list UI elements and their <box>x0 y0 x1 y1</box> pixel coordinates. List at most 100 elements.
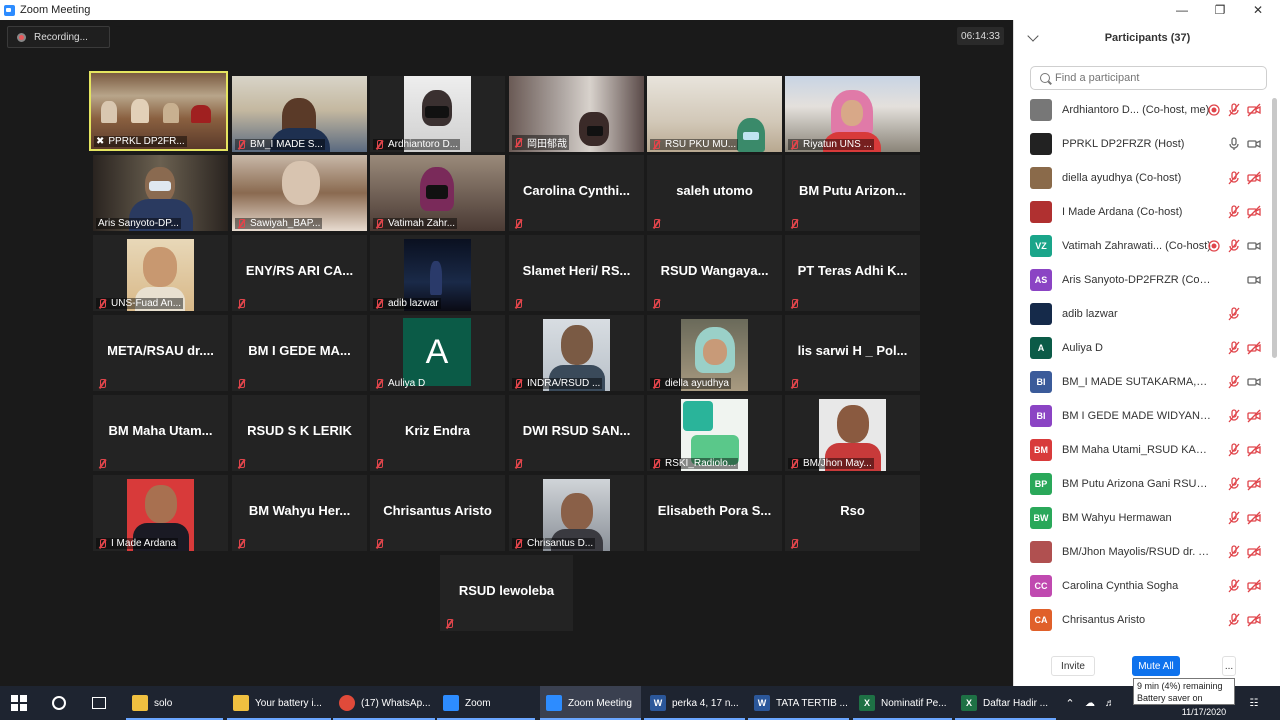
taskbar-item[interactable]: X Daftar Hadir ... <box>955 686 1056 720</box>
video-camera-icon[interactable] <box>1247 137 1261 151</box>
search-button[interactable] <box>40 686 78 720</box>
mute-all-button[interactable]: Mute All <box>1132 656 1180 676</box>
video-camera-icon[interactable] <box>1247 443 1261 457</box>
taskbar-item[interactable]: X Nominatif Pe... <box>853 686 952 720</box>
video-tile[interactable]: Rso <box>785 475 920 551</box>
network-icon[interactable]: ☁ <box>1080 686 1100 720</box>
volume-icon[interactable]: ♬ <box>1100 686 1120 720</box>
participant-row[interactable]: adib lazwar <box>1014 297 1272 331</box>
taskbar-item[interactable]: Zoom <box>437 686 535 720</box>
video-tile[interactable]: Slamet Heri/ RS... <box>509 235 644 311</box>
video-camera-icon[interactable] <box>1247 375 1261 389</box>
video-tile[interactable]: adib lazwar <box>370 235 505 311</box>
video-camera-icon[interactable] <box>1247 579 1261 593</box>
video-tile[interactable]: RSUD S K LERIK <box>232 395 367 471</box>
video-tile[interactable]: DWI RSUD SAN... <box>509 395 644 471</box>
microphone-icon[interactable] <box>1227 307 1241 321</box>
taskbar-item[interactable]: (17) WhatsAp... <box>333 686 435 720</box>
video-camera-icon[interactable] <box>1247 511 1261 525</box>
video-tile[interactable]: BM/Jhon May... <box>785 395 920 471</box>
microphone-icon[interactable] <box>1227 239 1241 253</box>
microphone-icon[interactable] <box>1227 545 1241 559</box>
video-tile[interactable]: META/RSAU dr.... <box>93 315 228 391</box>
notifications-icon[interactable]: ☷ <box>1244 686 1264 720</box>
taskbar-item[interactable]: W TATA TERTIB ... <box>748 686 849 720</box>
video-tile[interactable]: I Made Ardana <box>93 475 228 551</box>
microphone-icon[interactable] <box>1227 171 1241 185</box>
close-button[interactable]: ✕ <box>1238 0 1278 20</box>
video-tile[interactable]: diella ayudhya <box>647 315 782 391</box>
video-tile[interactable]: BM_I MADE S... <box>232 76 367 152</box>
microphone-icon[interactable] <box>1227 409 1241 423</box>
video-tile[interactable]: lis sarwi H _ Pol... <box>785 315 920 391</box>
participant-row[interactable]: BI BM I GEDE MADE WIDYANATA_R... <box>1014 399 1272 433</box>
minimize-button[interactable]: — <box>1162 0 1202 20</box>
video-tile[interactable]: BM Maha Utam... <box>93 395 228 471</box>
more-button[interactable]: ... <box>1222 656 1236 676</box>
video-camera-icon[interactable] <box>1247 477 1261 491</box>
participant-row[interactable]: BI BM_I MADE SUTAKARMA,AMR_B... <box>1014 365 1272 399</box>
video-tile[interactable]: Carolina Cynthi... <box>509 155 644 231</box>
participant-row[interactable]: BM BM Maha Utami_RSUD KAB Klun... <box>1014 433 1272 467</box>
video-tile[interactable]: RSUD Wangaya... <box>647 235 782 311</box>
microphone-icon[interactable] <box>1227 205 1241 219</box>
video-tile[interactable]: ENY/RS ARI CA... <box>232 235 367 311</box>
taskbar-item[interactable]: Zoom Meeting <box>540 686 641 720</box>
video-tile[interactable]: 岡田郁哉 <box>509 76 644 152</box>
microphone-icon[interactable] <box>1227 443 1241 457</box>
video-tile[interactable]: Vatimah Zahr... <box>370 155 505 231</box>
microphone-icon[interactable] <box>1227 579 1241 593</box>
video-tile[interactable]: UNS-Fuad An... <box>93 235 228 311</box>
video-tile[interactable]: Elisabeth Pora S... <box>647 475 782 551</box>
participant-row[interactable]: Ardhiantoro D... (Co-host, me) <box>1014 93 1272 127</box>
video-camera-icon[interactable] <box>1247 103 1261 117</box>
participant-row[interactable]: VZ Vatimah Zahrawati... (Co-host) <box>1014 229 1272 263</box>
participant-search[interactable] <box>1030 66 1267 90</box>
participant-row[interactable]: AS Aris Sanyoto-DP2FRZR (Co-host) <box>1014 263 1272 297</box>
participant-row[interactable]: I Made Ardana (Co-host) <box>1014 195 1272 229</box>
video-camera-icon[interactable] <box>1247 545 1261 559</box>
recording-indicator[interactable]: Recording... <box>7 26 110 48</box>
search-input[interactable] <box>1055 72 1245 84</box>
video-tile[interactable]: Sawiyah_BAP... <box>232 155 367 231</box>
microphone-icon[interactable] <box>1227 137 1241 151</box>
video-camera-icon[interactable] <box>1247 273 1261 287</box>
video-camera-icon[interactable] <box>1247 239 1261 253</box>
video-camera-icon[interactable] <box>1247 613 1261 627</box>
participant-row[interactable]: CA Chrisantus Aristo <box>1014 603 1272 633</box>
video-tile[interactable]: INDRA/RSUD ... <box>509 315 644 391</box>
video-tile[interactable]: Aris Sanyoto-DP... <box>93 155 228 231</box>
video-tile[interactable]: Riyatun UNS ... <box>785 76 920 152</box>
microphone-icon[interactable] <box>1227 477 1241 491</box>
video-tile[interactable]: Chrisantus Aristo <box>370 475 505 551</box>
microphone-icon[interactable] <box>1227 341 1241 355</box>
video-tile[interactable]: A Auliya D <box>370 315 505 391</box>
video-tile[interactable]: RSKI_Radiolo... <box>647 395 782 471</box>
microphone-icon[interactable] <box>1227 613 1241 627</box>
taskbar-item[interactable]: solo <box>126 686 223 720</box>
participant-row[interactable]: CC Carolina Cynthia Sogha <box>1014 569 1272 603</box>
video-camera-icon[interactable] <box>1247 205 1261 219</box>
video-camera-icon[interactable] <box>1247 171 1261 185</box>
video-tile[interactable]: Kriz Endra <box>370 395 505 471</box>
microphone-icon[interactable] <box>1227 103 1241 117</box>
taskbar-item[interactable]: Your battery i... <box>227 686 331 720</box>
video-tile[interactable]: PT Teras Adhi K... <box>785 235 920 311</box>
video-tile[interactable]: RSUD lewoleba <box>440 555 573 631</box>
participant-row[interactable]: BW BM Wahyu Hermawan <box>1014 501 1272 535</box>
video-tile[interactable]: BM I GEDE MA... <box>232 315 367 391</box>
invite-button[interactable]: Invite <box>1051 656 1095 676</box>
video-camera-icon[interactable] <box>1247 341 1261 355</box>
participant-row[interactable]: PPRKL DP2FRZR (Host) <box>1014 127 1272 161</box>
scrollbar[interactable] <box>1272 98 1277 358</box>
show-hidden-icons-chevron-icon[interactable]: ⌃ <box>1062 686 1078 720</box>
start-button[interactable] <box>0 686 38 720</box>
video-camera-icon[interactable] <box>1247 409 1261 423</box>
video-tile[interactable]: BM Putu Arizon... <box>785 155 920 231</box>
video-tile[interactable]: saleh utomo <box>647 155 782 231</box>
clock-date[interactable]: 11/17/2020 <box>1175 704 1233 720</box>
microphone-icon[interactable] <box>1227 511 1241 525</box>
video-tile[interactable]: Chrisantus D... <box>509 475 644 551</box>
participant-row[interactable]: diella ayudhya (Co-host) <box>1014 161 1272 195</box>
participant-row[interactable]: A Auliya D <box>1014 331 1272 365</box>
